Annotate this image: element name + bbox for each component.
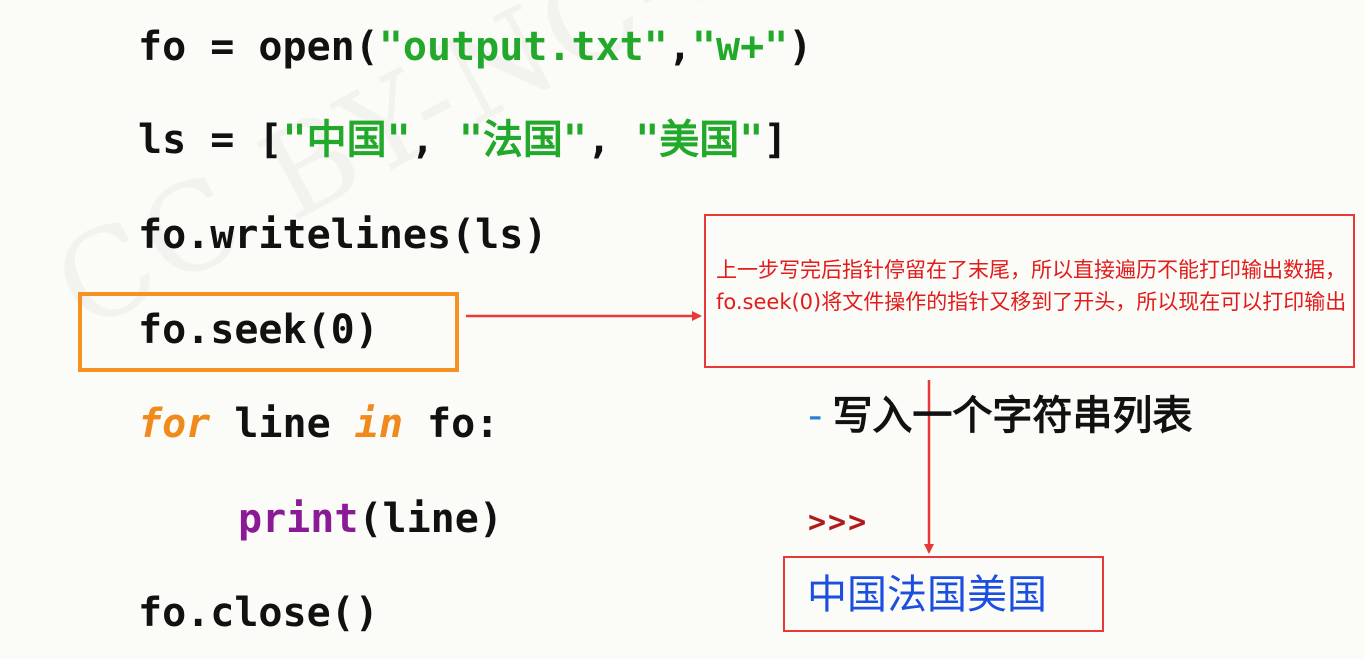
code-text: , [667,24,692,70]
output-box: 中国法国美国 [783,556,1104,632]
code-text: , [587,117,636,163]
code-text: ] [763,117,788,163]
callout-text: 上一步写完后指针停留在了末尾，所以直接遍历不能打印输出数据，fo.seek(0)… [716,258,1347,314]
string-literal: "美国" [635,117,764,163]
code-text: ls = [ [138,117,283,163]
callout-box: 上一步写完后指针停留在了末尾，所以直接遍历不能打印输出数据，fo.seek(0)… [704,214,1355,368]
code-line-writelines: fo.writelines(ls) [138,212,548,258]
code-line-close: fo.close() [138,590,379,636]
builtin-print: print [238,496,359,542]
output-text: 中国法国美国 [807,572,1047,618]
bullet-dash: - [808,393,823,439]
code-text: line [210,401,355,447]
code-text: ) [788,24,813,70]
code-text: fo: [402,401,500,447]
keyword-for: for [138,401,211,447]
code-line-for: for line in fo: [138,399,499,449]
seek-highlight-box [78,292,459,372]
code-line-open: fo = open("output.txt","w+") [138,22,812,72]
string-literal: "output.txt" [378,24,668,70]
python-prompt: >>> [808,505,869,540]
code-line-list: ls = ["中国", "法国", "美国"] [138,115,787,165]
code-text: , [410,117,459,163]
section-heading-text: 写入一个字符串列表 [832,393,1193,439]
string-literal: "中国" [282,117,411,163]
section-heading: - 写入一个字符串列表 [808,388,1192,444]
code-line-print: print(line) [238,494,503,544]
string-literal: "法国" [458,117,588,163]
code-text: fo = open( [138,24,379,70]
code-text: (line) [358,496,503,542]
keyword-in: in [354,401,403,447]
string-literal: "w+" [691,24,789,70]
